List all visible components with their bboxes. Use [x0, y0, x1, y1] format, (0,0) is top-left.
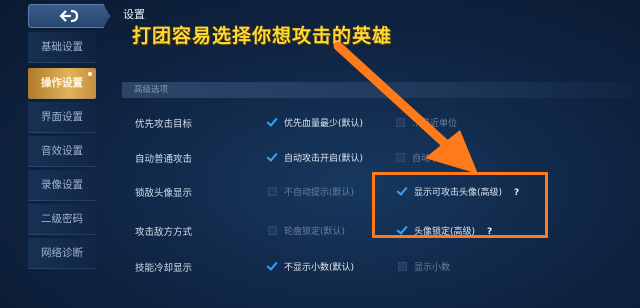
checkbox-checked-icon: [268, 118, 277, 127]
page-title: 设置: [123, 8, 145, 21]
option-label: 不自动提示(默认): [284, 188, 355, 198]
sidebar-item-replay[interactable]: 录像设置: [28, 170, 96, 201]
active-dot-icon: [88, 72, 92, 76]
sidebar-item-label: 操作设置: [41, 77, 83, 89]
checkbox-checked-icon: [268, 153, 277, 162]
option-label: 显示小数: [414, 263, 451, 273]
annotation-arrow-icon: [333, 41, 478, 174]
option-no-auto-prompt[interactable]: 不自动提示(默认): [268, 185, 354, 198]
option-label: 不显示小数(默认): [284, 263, 355, 273]
sidebar-item-label: 录像设置: [41, 179, 83, 191]
option-label: 轮盘锁定(默认): [284, 227, 346, 237]
row-label: 锁敌头像显示: [135, 188, 193, 199]
sidebar: 基础设置 操作设置 界面设置 音效设置 录像设置 二级密码 网络诊断: [28, 32, 96, 302]
row-label: 优先攻击目标: [135, 119, 193, 130]
sidebar-item-controls[interactable]: 操作设置: [28, 68, 96, 99]
annotation-highlight-box: [372, 172, 548, 238]
option-wheel-lock[interactable]: 轮盘锁定(默认): [268, 224, 345, 237]
back-arrow-icon: [59, 9, 79, 23]
checkbox-empty-icon: [268, 187, 277, 196]
row-label: 攻击敌方方式: [135, 227, 193, 238]
sidebar-item-label: 基础设置: [41, 41, 83, 53]
sidebar-item-label: 界面设置: [41, 111, 83, 123]
checkbox-checked-icon: [268, 262, 277, 271]
sidebar-item-label: 音效设置: [41, 145, 83, 157]
sidebar-item-basic[interactable]: 基础设置: [28, 32, 96, 63]
sidebar-item-label: 二级密码: [41, 213, 83, 225]
option-no-decimals[interactable]: 不显示小数(默认): [268, 260, 354, 273]
sidebar-item-label: 网络诊断: [41, 247, 83, 259]
checkbox-empty-icon: [268, 226, 277, 235]
sidebar-item-sound[interactable]: 音效设置: [28, 136, 96, 167]
sidebar-item-network[interactable]: 网络诊断: [28, 238, 96, 269]
sidebar-item-interface[interactable]: 界面设置: [28, 102, 96, 133]
back-button[interactable]: [28, 4, 110, 28]
checkbox-empty-icon: [398, 262, 407, 271]
row-label: 自动普通攻击: [135, 154, 193, 165]
sidebar-item-password[interactable]: 二级密码: [28, 204, 96, 235]
row-label: 技能冷却显示: [135, 263, 193, 274]
option-show-decimals[interactable]: 显示小数: [398, 260, 450, 273]
